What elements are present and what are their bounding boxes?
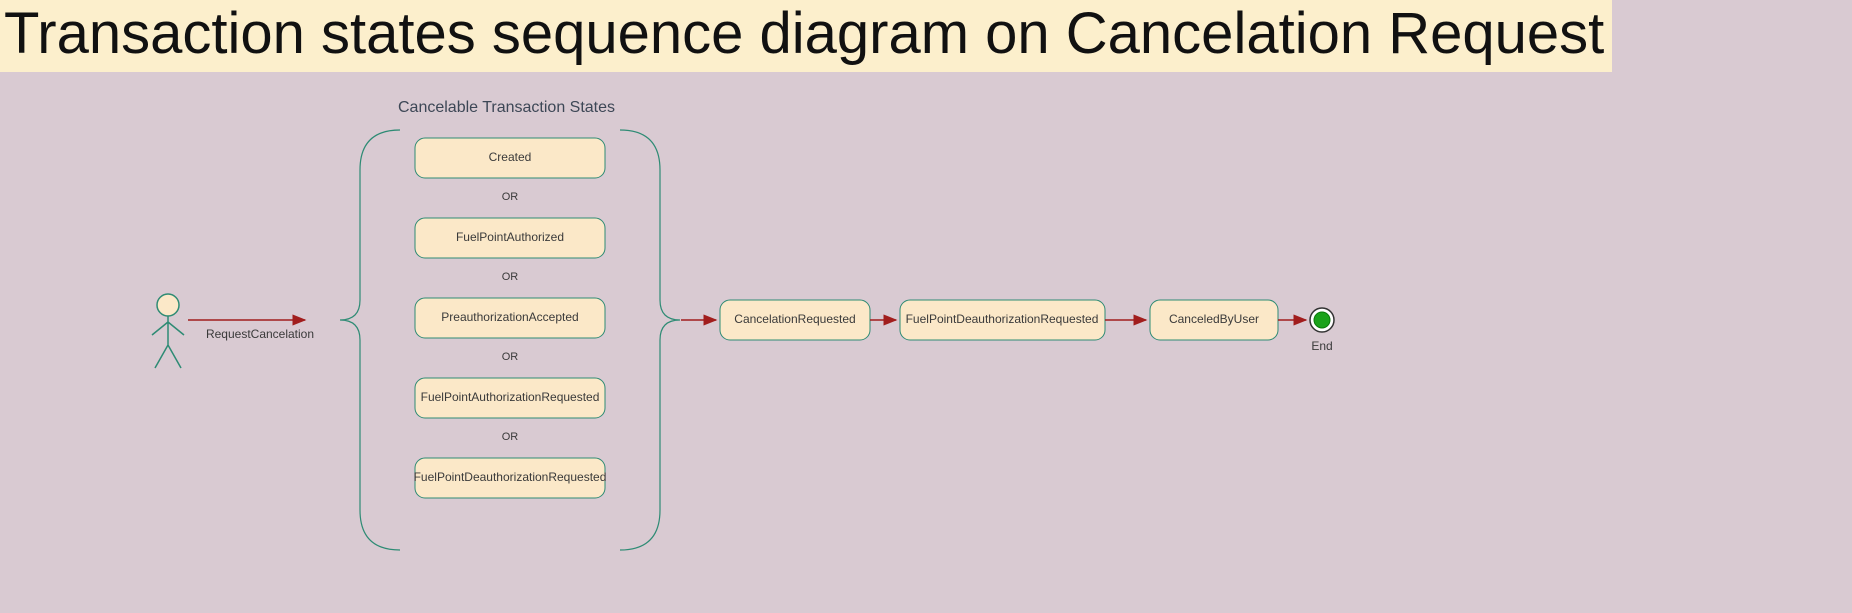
group-right-bracket — [620, 130, 680, 550]
end-label: End — [1311, 339, 1332, 353]
actor-icon — [152, 294, 184, 368]
or-sep-3: OR — [502, 351, 519, 363]
state-cancelation-requested-label: CancelationRequested — [734, 312, 855, 326]
state-fuelpoint-authorized-label: FuelPointAuthorized — [456, 230, 564, 244]
diagram-canvas: RequestCancelation Cancelable Transactio… — [0, 0, 1852, 613]
edge-request-cancelation-label: RequestCancelation — [206, 327, 314, 341]
group-title: Cancelable Transaction States — [398, 99, 615, 116]
state-created-label: Created — [489, 150, 532, 164]
or-sep-1: OR — [502, 191, 519, 203]
group-left-bracket — [340, 130, 400, 550]
group-states: Created OR FuelPointAuthorized OR Preaut… — [414, 138, 607, 498]
state-canceled-by-user-label: CanceledByUser — [1169, 312, 1259, 326]
state-fpd-requested-label: FuelPointDeauthorizationRequested — [414, 470, 607, 484]
or-sep-2: OR — [502, 271, 519, 283]
state-preauth-accepted-label: PreauthorizationAccepted — [441, 310, 578, 324]
end-node — [1310, 308, 1334, 332]
state-fpdeauth-requested-flow-label: FuelPointDeauthorizationRequested — [906, 312, 1099, 326]
state-fpa-requested-label: FuelPointAuthorizationRequested — [421, 390, 600, 404]
or-sep-4: OR — [502, 431, 519, 443]
